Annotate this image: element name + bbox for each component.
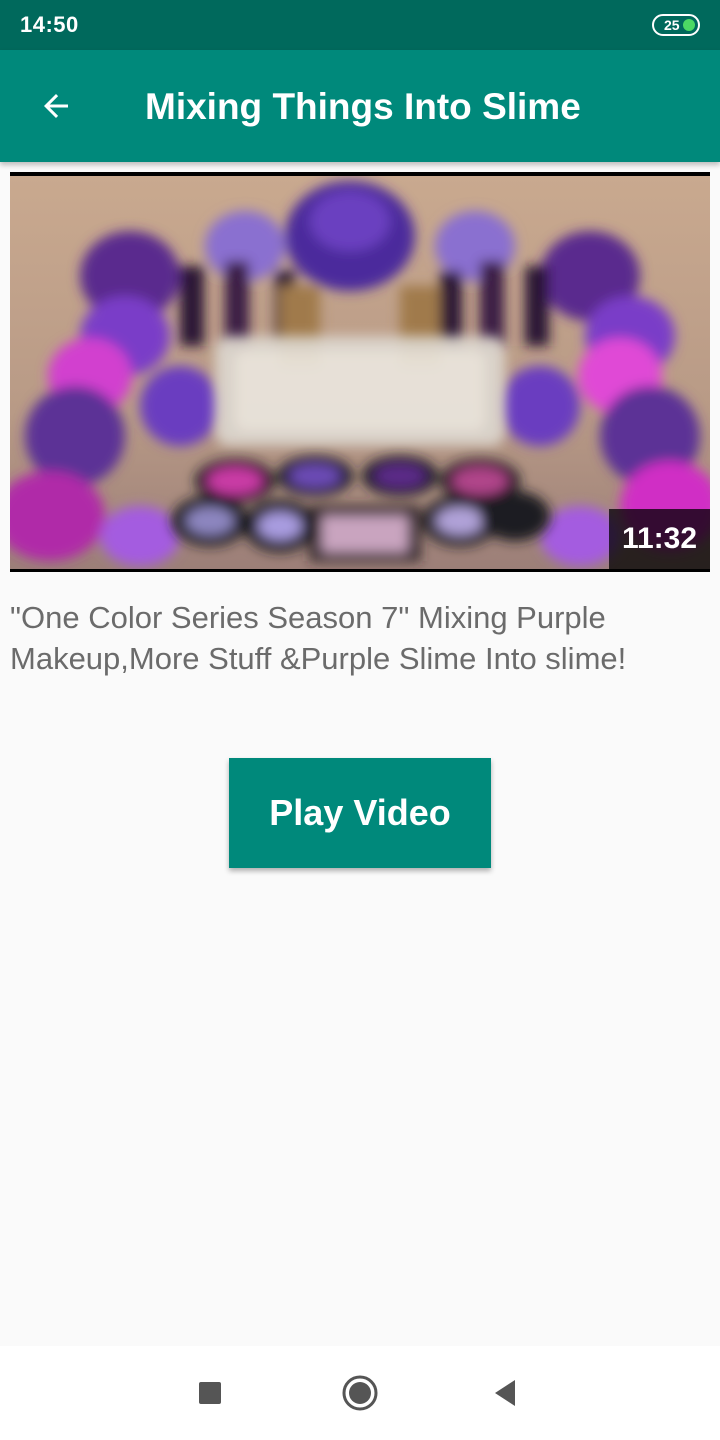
battery-charge-dot [683, 19, 695, 31]
battery-icon: 25 [652, 14, 700, 36]
recents-button[interactable] [185, 1370, 235, 1416]
status-time: 14:50 [20, 12, 79, 37]
video-duration: 11:32 [609, 509, 710, 569]
video-thumbnail[interactable]: 11:32 [10, 172, 710, 572]
system-nav-bar [0, 1346, 720, 1440]
home-button[interactable] [335, 1370, 385, 1416]
status-bar: 14:50 25 [0, 0, 720, 50]
video-title: "One Color Series Season 7" Mixing Purpl… [10, 600, 627, 676]
app-bar: Mixing Things Into Slime [0, 50, 720, 162]
arrow-back-icon [44, 94, 68, 118]
nav-back-button[interactable] [480, 1370, 530, 1416]
back-triangle-icon [495, 1380, 515, 1406]
recents-square-icon [199, 1382, 221, 1404]
battery-level: 25 [664, 17, 680, 33]
page-title: Mixing Things Into Slime [145, 86, 581, 127]
back-button[interactable] [28, 78, 84, 134]
play-video-button[interactable]: Play Video [229, 758, 491, 868]
home-circle-icon [342, 1375, 378, 1411]
thumbnail-image [10, 176, 710, 569]
